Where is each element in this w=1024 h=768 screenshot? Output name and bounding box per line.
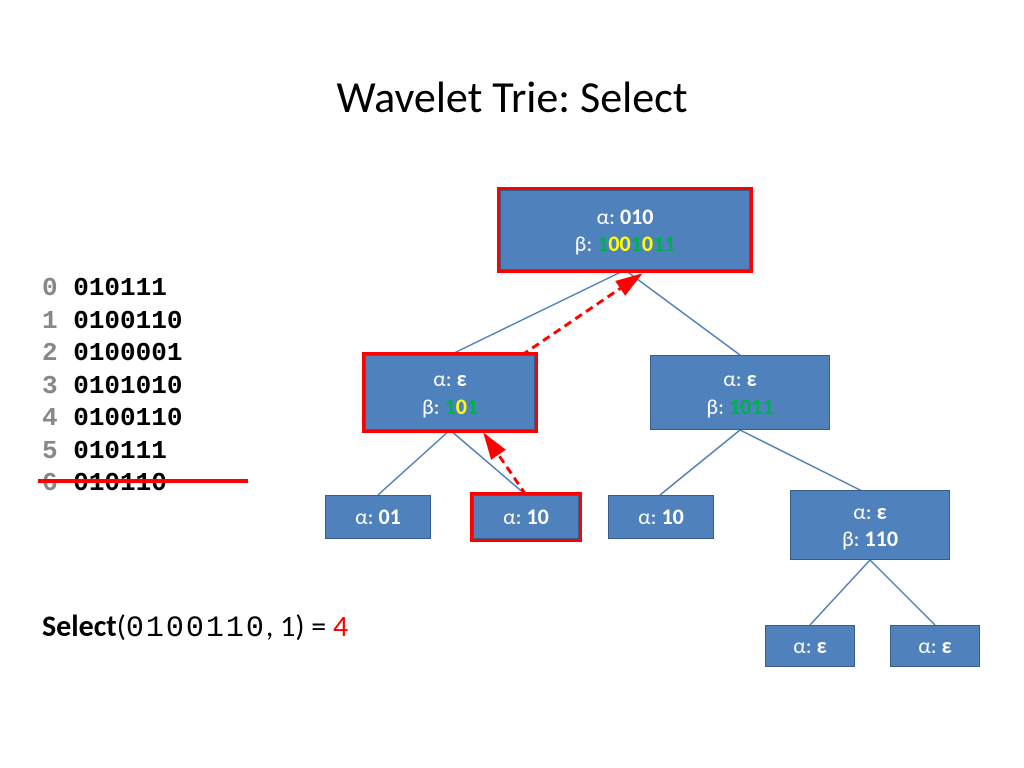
trie-leaf-node: α: 01 — [325, 495, 431, 539]
trie-leaf-node: α: ε — [890, 625, 980, 667]
trie-node-left: α: ε β: 101 — [365, 355, 535, 430]
beta-bits: 1011 — [729, 393, 774, 420]
trie-leaf-node: α: ε — [765, 625, 855, 667]
beta-bits: 101 — [445, 393, 478, 420]
trie-node-right: α: ε β: 1011 — [650, 355, 830, 430]
trie-node-rr: α: ε β: 110 — [790, 490, 950, 560]
trie-leaf-node: α: 10 — [473, 495, 579, 539]
beta-bits: 1001011 — [597, 230, 675, 257]
trie-root-node: α: 010 β: 1001011 — [500, 190, 750, 270]
wavelet-trie-diagram: α: 010 β: 1001011 α: ε β: 101 α: ε β: 10… — [0, 0, 1024, 768]
trie-leaf-node: α: 10 — [608, 495, 714, 539]
